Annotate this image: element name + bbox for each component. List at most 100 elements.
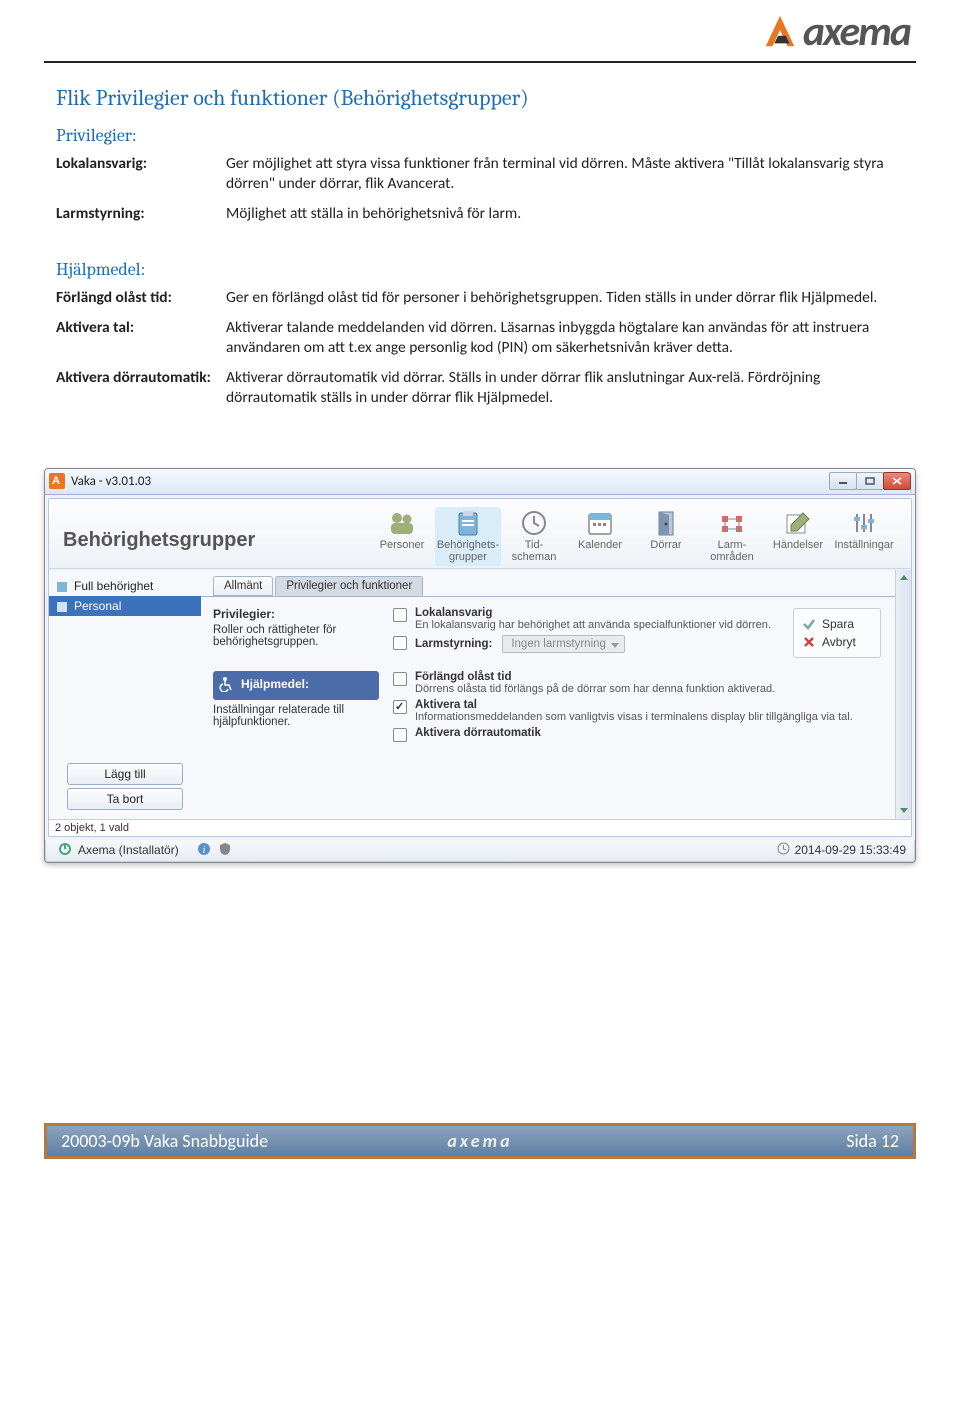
- toolbar: Behörighetsgrupper Personer Behörighets-…: [49, 499, 911, 569]
- field-desc: Dörrens olåsta tid förlängs på de dörrar…: [415, 683, 775, 695]
- footer-right: Sida 12: [513, 1130, 899, 1152]
- clock-icon: [777, 842, 790, 858]
- scroll-up-icon[interactable]: [896, 570, 911, 586]
- section-label: Privilegier: Roller och rättigheter för …: [213, 607, 379, 657]
- nav-label: Tid- scheman: [512, 539, 557, 563]
- cancel-button[interactable]: Avbryt: [802, 633, 872, 651]
- scrollbar[interactable]: [895, 570, 911, 819]
- def-row: Aktivera tal: Aktiverar talande meddelan…: [56, 318, 904, 358]
- status-timestamp: 2014-09-29 15:33:49: [777, 842, 906, 858]
- window-title: Vaka - v3.01.03: [71, 474, 151, 489]
- select-larmstyrning[interactable]: Ingen larmstyrning: [502, 635, 625, 653]
- def-text: Möjlighet att ställa in behörighetsnivå …: [226, 204, 904, 224]
- sidebar-item-full[interactable]: Full behörighet: [49, 576, 201, 596]
- check-icon: [802, 617, 816, 631]
- door-icon: [649, 509, 683, 537]
- users-icon: [385, 509, 419, 537]
- timestamp-text: 2014-09-29 15:33:49: [795, 843, 906, 857]
- wheelchair-icon: [219, 676, 235, 695]
- checkbox-lokalansvarig[interactable]: [393, 608, 407, 622]
- shield-icon[interactable]: [219, 842, 231, 859]
- def-text: Aktiverar dörrautomatik vid dörrar. Stäl…: [226, 368, 904, 408]
- checkbox-forlangd[interactable]: [393, 672, 407, 686]
- def-row: Lokalansvarig: Ger möjlighet att styra v…: [56, 154, 904, 194]
- field-label: Aktivera tal: [415, 699, 853, 711]
- clipboard-icon: [451, 509, 485, 537]
- titlebar[interactable]: Vaka - v3.01.03: [45, 469, 915, 495]
- section-desc: Inställningar relaterade till hjälpfunkt…: [213, 704, 344, 728]
- nav-label: Dörrar: [650, 539, 681, 551]
- nav-installningar[interactable]: Inställningar: [831, 507, 897, 566]
- tab-body: Privilegier: Roller och rättigheter för …: [201, 596, 895, 774]
- nav-handelser[interactable]: Händelser: [765, 507, 831, 566]
- page-header: axema: [0, 0, 960, 57]
- nav-larmomraden[interactable]: Larm- områden: [699, 507, 765, 566]
- nav-dorrar[interactable]: Dörrar: [633, 507, 699, 566]
- def-row: Larmstyrning: Möjlighet att ställa in be…: [56, 204, 904, 224]
- nav-label: Inställningar: [834, 539, 893, 551]
- logo: axema: [761, 6, 910, 57]
- remove-button[interactable]: Ta bort: [67, 788, 183, 810]
- x-icon: [802, 635, 816, 649]
- def-label: Aktivera dörrautomatik:: [56, 368, 226, 408]
- def-text: Ger möjlighet att styra vissa funktioner…: [226, 154, 904, 194]
- field-desc: Informationsmeddelanden som vanligtvis v…: [415, 711, 853, 723]
- maximize-button[interactable]: [856, 472, 884, 490]
- add-button[interactable]: Lägg till: [67, 763, 183, 785]
- def-text: Ger en förlängd olåst tid för personer i…: [226, 288, 904, 308]
- def-label: Lokalansvarig:: [56, 154, 226, 194]
- hjalpmedel-badge: Hjälpmedel:: [213, 671, 379, 700]
- sidebar-item-personal[interactable]: Personal: [49, 596, 201, 616]
- nav-bar: Personer Behörighets- grupper Tid- schem…: [369, 507, 897, 566]
- nav-label: Behörighets- grupper: [437, 539, 499, 563]
- nav-personer[interactable]: Personer: [369, 507, 435, 566]
- sidebar-item-label: Personal: [74, 599, 121, 613]
- section-hjalpmedel: Hjälpmedel: Inställningar relaterade til…: [213, 671, 883, 746]
- footer-logo: axema: [447, 1130, 512, 1152]
- section-title: Privilegier:: [213, 607, 379, 621]
- scroll-down-icon[interactable]: [896, 803, 911, 819]
- checkbox-tal[interactable]: [393, 700, 407, 714]
- nav-kalender[interactable]: Kalender: [567, 507, 633, 566]
- def-row: Förlängd olåst tid: Ger en förlängd olås…: [56, 288, 904, 308]
- power-icon: [58, 842, 72, 859]
- field-forlangd: Förlängd olåst tid Dörrens olåsta tid fö…: [393, 671, 883, 695]
- calendar-icon: [583, 509, 617, 537]
- nav-behorighetsgrupper[interactable]: Behörighets- grupper: [435, 507, 501, 566]
- status-user-label: Axema (Installatör): [78, 843, 179, 857]
- def-label: Aktivera tal:: [56, 318, 226, 358]
- group-icon: [55, 599, 69, 613]
- group-icon: [55, 579, 69, 593]
- nav-tidscheman[interactable]: Tid- scheman: [501, 507, 567, 566]
- statusbar: Axema (Installatör) i 2014-09-29 15:33:4…: [45, 840, 915, 862]
- def-label: Förlängd olåst tid:: [56, 288, 226, 308]
- def-text: Aktiverar talande meddelanden vid dörren…: [226, 318, 904, 358]
- content-area: Full behörighet Personal Lägg till Ta bo…: [49, 569, 911, 819]
- checkbox-dorrautomatik[interactable]: [393, 728, 407, 742]
- checkbox-larmstyrning[interactable]: [393, 636, 407, 650]
- sliders-icon: [847, 509, 881, 537]
- minimize-button[interactable]: [829, 472, 857, 490]
- heading-privilegier: Privilegier:: [56, 125, 904, 146]
- def-row: Aktivera dörrautomatik: Aktiverar dörrau…: [56, 368, 904, 408]
- alarm-icon: [715, 509, 749, 537]
- svg-text:i: i: [202, 845, 205, 856]
- document-body: Flik Privilegier och funktioner (Behörig…: [0, 63, 960, 438]
- nav-label: Händelser: [773, 539, 823, 551]
- def-label: Larmstyrning:: [56, 204, 226, 224]
- nav-label: Personer: [380, 539, 425, 551]
- clock-icon: [517, 509, 551, 537]
- actions-panel: Spara Avbryt: [793, 608, 881, 658]
- main-pane: Allmänt Privilegier och funktioner Privi…: [201, 570, 895, 819]
- nav-label: Kalender: [578, 539, 622, 551]
- tab-allmant[interactable]: Allmänt: [213, 576, 273, 596]
- app-icon: [49, 473, 65, 489]
- section-privilegier: Privilegier: Roller och rättigheter för …: [213, 607, 883, 657]
- close-button[interactable]: [883, 472, 911, 490]
- status-user[interactable]: Axema (Installatör): [54, 842, 183, 859]
- heading-1: Flik Privilegier och funktioner (Behörig…: [56, 85, 904, 111]
- save-button[interactable]: Spara: [802, 615, 872, 633]
- field-tal: Aktivera tal Informationsmeddelanden som…: [393, 699, 883, 723]
- tab-privilegier[interactable]: Privilegier och funktioner: [275, 576, 423, 596]
- info-icon[interactable]: i: [197, 842, 211, 859]
